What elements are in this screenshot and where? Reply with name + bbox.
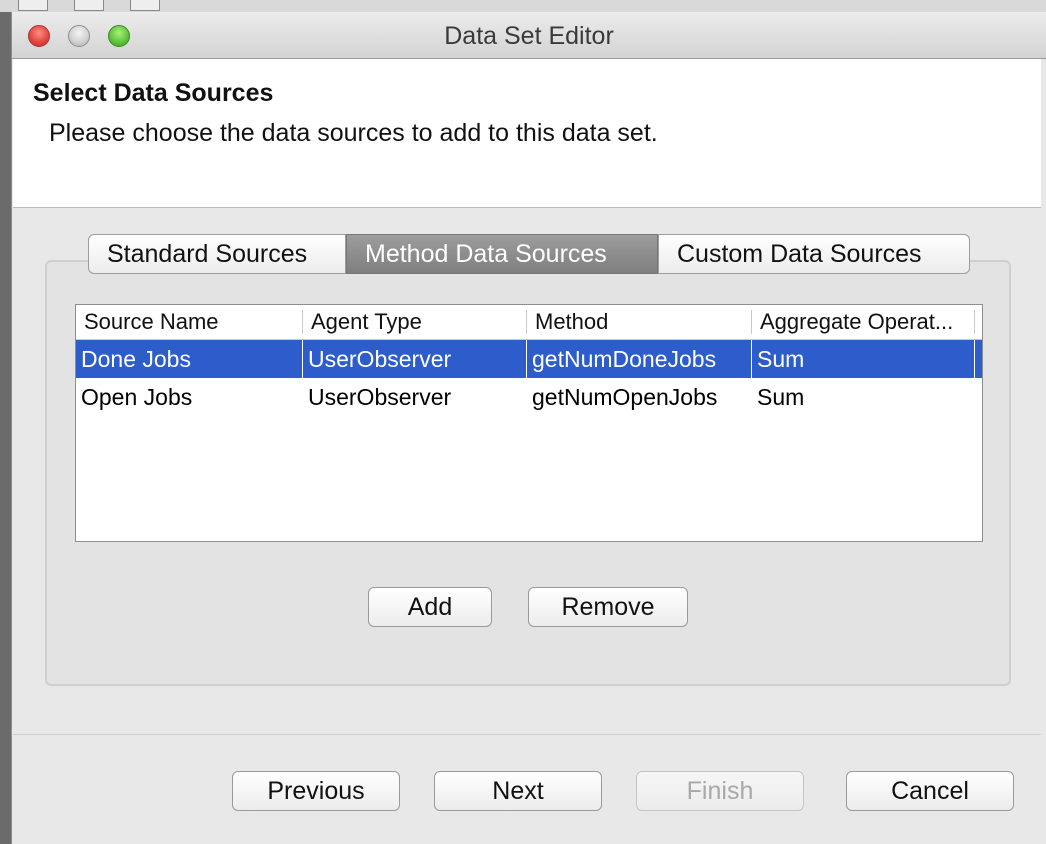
cell-method[interactable]: getNumDoneJobs (527, 340, 752, 378)
table-row[interactable]: Open Jobs UserObserver getNumOpenJobs Su… (76, 378, 982, 416)
cell-source-name[interactable]: Done Jobs (76, 340, 303, 378)
column-header-aggregate-operation[interactable]: Aggregate Operat... (752, 310, 975, 334)
home-icon (130, 0, 160, 11)
finish-button: Finish (636, 771, 804, 811)
next-button[interactable]: Next (434, 771, 602, 811)
cell-aggregate[interactable]: Sum (752, 340, 975, 378)
source-tabs: Standard Sources Method Data Sources Cus… (88, 234, 970, 276)
table-header: Source Name Agent Type Method Aggregate … (76, 305, 982, 340)
background-toolbar (0, 0, 1046, 12)
add-button[interactable]: Add (368, 587, 492, 627)
cell-method[interactable]: getNumOpenJobs (527, 378, 752, 416)
cell-aggregate[interactable]: Sum (752, 378, 975, 416)
cell-agent-type[interactable]: UserObserver (303, 340, 527, 378)
toolbar-icon (18, 0, 48, 11)
column-header-method[interactable]: Method (527, 310, 752, 334)
wizard-header: Select Data Sources Please choose the da… (13, 59, 1041, 208)
window-title: Data Set Editor (444, 22, 614, 50)
footer-separator (13, 734, 1041, 735)
previous-button[interactable]: Previous (232, 771, 400, 811)
cell-source-name[interactable]: Open Jobs (76, 378, 303, 416)
page-title: Select Data Sources (33, 79, 274, 107)
tab-method-data-sources[interactable]: Method Data Sources (346, 234, 658, 274)
tab-custom-data-sources[interactable]: Custom Data Sources (658, 234, 970, 274)
remove-button[interactable]: Remove (528, 587, 688, 627)
column-header-agent-type[interactable]: Agent Type (303, 310, 527, 334)
title-bar[interactable]: Data Set Editor (12, 12, 1046, 59)
page-subtitle: Please choose the data sources to add to… (49, 119, 658, 147)
column-header-source-name[interactable]: Source Name (76, 310, 303, 334)
toolbar-icon (74, 0, 104, 11)
method-sources-table[interactable]: Source Name Agent Type Method Aggregate … (75, 304, 983, 542)
tab-standard-sources[interactable]: Standard Sources (88, 234, 346, 274)
cell-agent-type[interactable]: UserObserver (303, 378, 527, 416)
table-row[interactable]: Done Jobs UserObserver getNumDoneJobs Su… (76, 340, 982, 378)
cancel-button[interactable]: Cancel (846, 771, 1014, 811)
data-set-editor-window: Data Set Editor Select Data Sources Plea… (11, 12, 1046, 844)
